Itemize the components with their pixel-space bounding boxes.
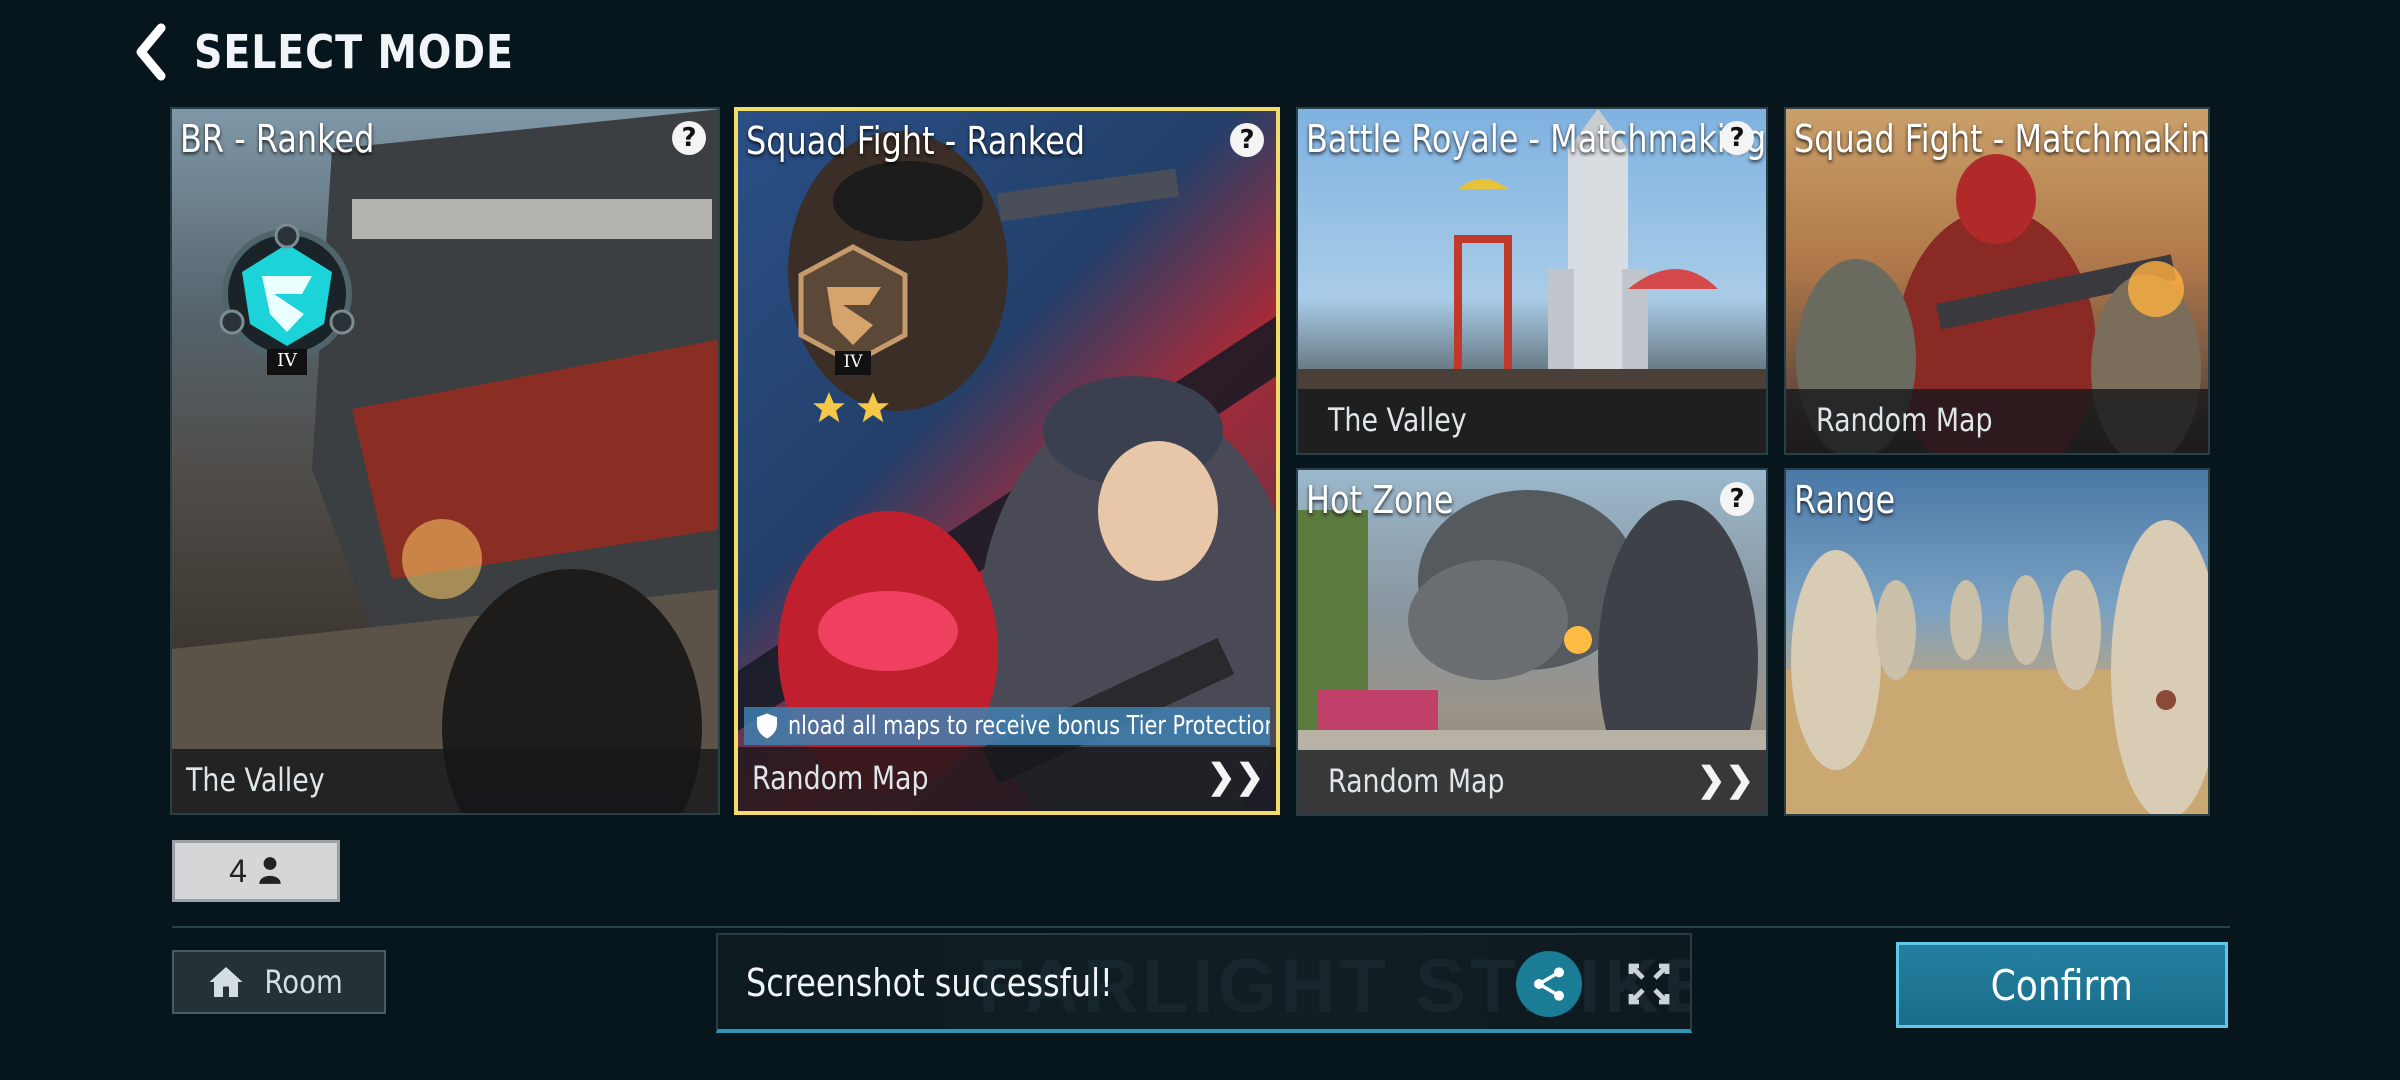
rank-tier-label: IV [843,352,863,372]
screenshot-toast: FARLIGHT STRIKE Screenshot successful! [716,933,1692,1033]
map-label: The Valley [1328,401,1467,439]
mode-title: Range [1794,478,1896,522]
mode-title: Battle Royale - Matchmaking [1306,117,1767,161]
mode-title: Hot Zone [1306,478,1454,522]
back-button[interactable] [130,22,172,82]
help-icon[interactable]: ? [1230,123,1264,157]
map-label: Random Map [1328,762,1505,800]
mode-card-range[interactable]: Range [1784,468,2210,816]
person-icon [259,857,281,884]
confirm-label: Confirm [1990,960,2134,1010]
close-icon [1628,963,1670,1005]
map-chevron-icon[interactable]: ❯❯ [1697,760,1754,800]
mode-card-br-matchmaking[interactable]: Battle Royale - Matchmaking ? The Valley [1296,107,1768,455]
map-label: Random Map [752,759,929,797]
page-title: SELECT MODE [194,25,514,79]
confirm-button[interactable]: Confirm [1896,942,2228,1028]
star-icon [813,392,845,423]
mode-card-br-ranked[interactable]: IV BR - Ranked ? The Valley [170,107,720,815]
mode-title: Squad Fight - Matchmaking [1794,117,2210,161]
rank-badge: IV [212,214,362,389]
rank-badge: IV [793,241,913,386]
map-label: The Valley [186,761,325,799]
party-count: 4 [229,852,247,889]
help-icon[interactable]: ? [1720,482,1754,516]
close-button[interactable] [1618,953,1680,1015]
room-button[interactable]: Room [172,950,386,1014]
mode-title: Squad Fight - Ranked [746,119,1085,163]
room-label: Room [264,963,344,1001]
share-button[interactable] [1516,951,1582,1017]
help-icon[interactable]: ? [672,121,706,155]
share-icon [1534,967,1564,1001]
map-label: Random Map [1816,401,1993,439]
divider [172,926,2230,928]
tier-protection-notice: nload all maps to receive bonus Tier Pro… [744,707,1270,745]
rank-stars [810,389,892,427]
shield-icon [757,713,777,739]
toast-message: Screenshot successful! [746,961,1113,1005]
rank-tier-label: IV [276,350,298,371]
help-icon[interactable]: ? [1720,121,1754,155]
mode-title: BR - Ranked [180,117,375,161]
chevron-left-icon [136,23,166,81]
home-icon [209,967,243,997]
notice-text: nload all maps to receive bonus Tier Pro… [788,711,1270,741]
party-size-button[interactable]: 4 [172,840,340,902]
map-chevron-icon[interactable]: ❯❯ [1207,757,1264,797]
mode-card-squad-ranked[interactable]: IV Squad Fight - Ranked ? nload all maps… [734,107,1280,815]
header: SELECT MODE [130,22,566,82]
mode-card-squad-matchmaking[interactable]: Squad Fight - Matchmaking Random Map [1784,107,2210,455]
mode-card-hot-zone[interactable]: Hot Zone ? Random Map ❯❯ [1296,468,1768,816]
star-icon [857,392,889,423]
mode-art [738,111,1276,811]
